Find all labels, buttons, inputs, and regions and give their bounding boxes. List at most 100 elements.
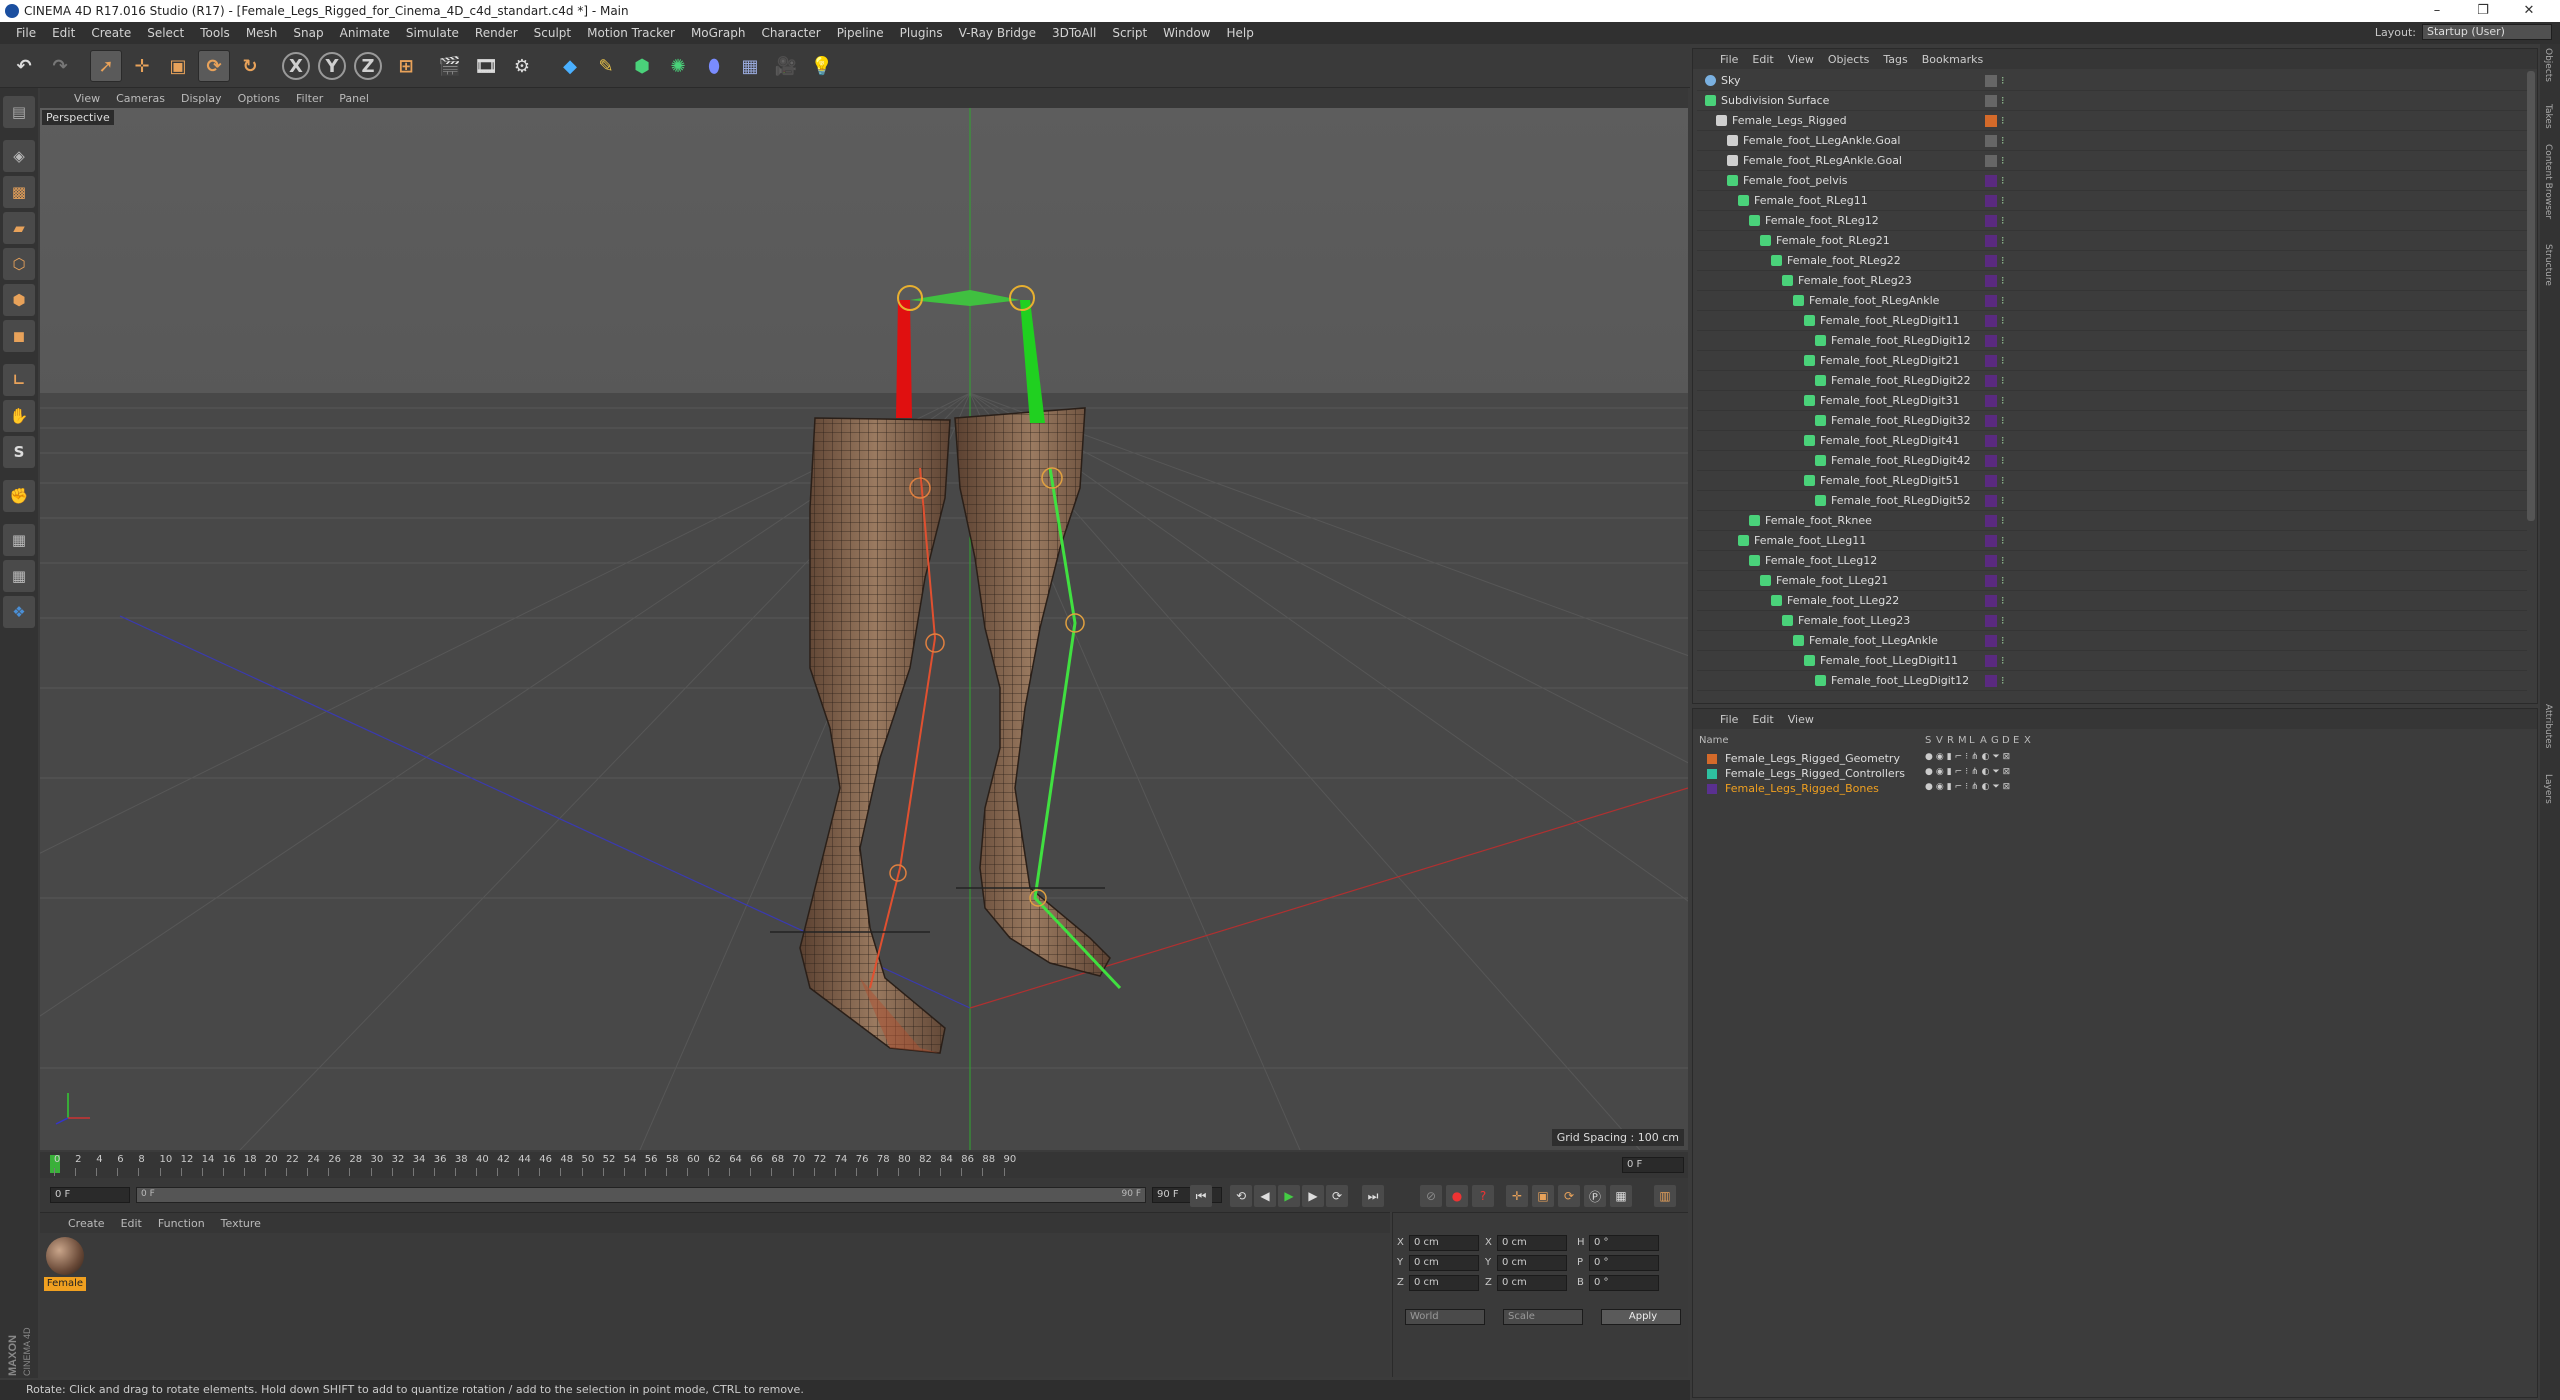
range-slider[interactable]: 0 F 90 F — [136, 1187, 1146, 1203]
object-menu-tags[interactable]: Tags — [1876, 53, 1914, 66]
viewport-menu-options[interactable]: Options — [230, 92, 288, 105]
object-row[interactable]: Female_foot_RLegDigit11 ⁝ — [1697, 311, 2527, 331]
cube-primitive-icon[interactable]: ◆ — [554, 50, 586, 82]
visibility-dots[interactable]: ⁝ — [2001, 154, 2005, 168]
play-icon[interactable]: ▶ — [1278, 1185, 1300, 1207]
menu-simulate[interactable]: Simulate — [398, 26, 467, 40]
visibility-dots[interactable]: ⁝ — [2001, 674, 2005, 688]
undo-icon[interactable]: ↶ — [8, 50, 40, 82]
x-axis-lock-button[interactable]: X — [282, 52, 310, 80]
layer-color-tag[interactable] — [1985, 175, 1997, 187]
menu-sculpt[interactable]: Sculpt — [526, 26, 579, 40]
layer-color-tag[interactable] — [1985, 75, 1997, 87]
menu-plugins[interactable]: Plugins — [892, 26, 951, 40]
layer-column-header[interactable]: X — [2024, 735, 2031, 746]
menu-motion-tracker[interactable]: Motion Tracker — [579, 26, 683, 40]
current-frame-field[interactable]: 0 F — [1622, 1157, 1684, 1173]
layer-color-tag[interactable] — [1985, 235, 1997, 247]
layer-color-tag[interactable] — [1985, 95, 1997, 107]
previous-key-icon[interactable]: ⟲ — [1230, 1185, 1252, 1207]
visibility-dots[interactable]: ⁝ — [2001, 134, 2005, 148]
object-row[interactable]: Female_foot_RLegDigit32 ⁝ — [1697, 411, 2527, 431]
snap-icon[interactable]: S — [3, 436, 35, 468]
layer-color-tag[interactable] — [1985, 435, 1997, 447]
object-row[interactable]: Female_foot_RLegDigit41 ⁝ — [1697, 431, 2527, 451]
menu-character[interactable]: Character — [753, 26, 828, 40]
visibility-dots[interactable]: ⁝ — [2001, 414, 2005, 428]
render-settings-icon[interactable]: ⚙ — [506, 50, 538, 82]
layer-menu-file[interactable]: File — [1713, 713, 1745, 726]
layer-color-tag[interactable] — [1985, 255, 1997, 267]
layer-color-tag[interactable] — [1985, 295, 1997, 307]
menu-tools[interactable]: Tools — [192, 26, 238, 40]
object-row[interactable]: Female_foot_RLeg23 ⁝ — [1697, 271, 2527, 291]
visibility-dots[interactable]: ⁝ — [2001, 234, 2005, 248]
layout-dropdown[interactable]: Startup (User) — [2422, 24, 2552, 40]
object-row[interactable]: Female_foot_LLeg23 ⁝ — [1697, 611, 2527, 631]
menu-edit[interactable]: Edit — [44, 26, 83, 40]
layer-toggle-icons[interactable]: ●◉▮⌐⁝⋔◐⏷⊠ — [1925, 752, 2013, 762]
viewport-menu-view[interactable]: View — [66, 92, 108, 105]
recent-tool-icon[interactable]: ↻ — [234, 50, 266, 82]
layer-column-header[interactable]: D — [2002, 735, 2010, 746]
layer-color-tag[interactable] — [1985, 195, 1997, 207]
visibility-dots[interactable]: ⁝ — [2001, 654, 2005, 668]
layer-color-tag[interactable] — [1985, 155, 1997, 167]
object-row[interactable]: Female_foot_RLegAnkle.Goal ⁝ — [1697, 151, 2527, 171]
layer-row[interactable]: Female_Legs_Rigged_Bones ●◉▮⌐⁝⋔◐⏷⊠ — [1693, 781, 2533, 796]
make-editable-icon[interactable]: ▤ — [3, 96, 35, 128]
layer-column-header[interactable]: M — [1958, 735, 1967, 746]
workplane-mode-icon[interactable]: ▰ — [3, 212, 35, 244]
rotate-tool-icon[interactable]: ⟳ — [198, 50, 230, 82]
visibility-dots[interactable]: ⁝ — [2001, 494, 2005, 508]
material-menu-create[interactable]: Create — [60, 1217, 113, 1230]
next-frame-icon[interactable]: ▶ — [1302, 1185, 1324, 1207]
visibility-dots[interactable]: ⁝ — [2001, 634, 2005, 648]
side-tab-objects[interactable]: Objects — [2543, 48, 2553, 82]
layer-color-tag[interactable] — [1985, 135, 1997, 147]
menu-v-ray-bridge[interactable]: V-Ray Bridge — [951, 26, 1044, 40]
axis-mode-icon[interactable]: ∟ — [3, 364, 35, 396]
coord-value-field[interactable]: 0 cm — [1409, 1255, 1479, 1271]
layer-menu-edit[interactable]: Edit — [1745, 713, 1780, 726]
model-mode-icon[interactable]: ◈ — [3, 140, 35, 172]
object-row[interactable]: Female_foot_RLegDigit22 ⁝ — [1697, 371, 2527, 391]
layer-color-tag[interactable] — [1985, 415, 1997, 427]
object-row[interactable]: Female_foot_RLegDigit31 ⁝ — [1697, 391, 2527, 411]
layer-color-tag[interactable] — [1985, 375, 1997, 387]
viewport-menu-panel[interactable]: Panel — [331, 92, 377, 105]
coord-value-field[interactable]: 0 cm — [1409, 1235, 1479, 1251]
layer-column-header[interactable]: Name — [1699, 735, 1729, 746]
coordinate-system-icon[interactable]: ⊞ — [390, 50, 422, 82]
scale-dropdown[interactable]: Scale — [1503, 1309, 1583, 1325]
object-row[interactable]: Female_foot_Rknee ⁝ — [1697, 511, 2527, 531]
visibility-dots[interactable]: ⁝ — [2001, 94, 2005, 108]
record-active-objects-icon[interactable]: ● — [1446, 1185, 1468, 1207]
layer-row[interactable]: Female_Legs_Rigged_Controllers ●◉▮⌐⁝⋔◐⏷⊠ — [1693, 766, 2533, 781]
close-button[interactable]: ✕ — [2506, 0, 2552, 22]
layer-column-header[interactable]: V — [1936, 735, 1943, 746]
texture-mode-icon[interactable]: ▩ — [3, 176, 35, 208]
layer-color-tag[interactable] — [1985, 595, 1997, 607]
visibility-dots[interactable]: ⁝ — [2001, 434, 2005, 448]
layer-menu-view[interactable]: View — [1781, 713, 1821, 726]
material-female[interactable]: Female — [44, 1237, 86, 1295]
planar-workplane-icon[interactable]: ▦ — [3, 560, 35, 592]
layer-color-tag[interactable] — [1985, 615, 1997, 627]
object-row[interactable]: Female_foot_RLegDigit21 ⁝ — [1697, 351, 2527, 371]
apply-button[interactable]: Apply — [1601, 1309, 1681, 1325]
layer-column-header[interactable]: E — [2013, 735, 2019, 746]
layer-column-header[interactable]: R — [1947, 735, 1954, 746]
layer-color-tag[interactable] — [1985, 315, 1997, 327]
menu-pipeline[interactable]: Pipeline — [829, 26, 892, 40]
key-rotation-icon[interactable]: ⟳ — [1558, 1185, 1580, 1207]
layer-toggle-icons[interactable]: ●◉▮⌐⁝⋔◐⏷⊠ — [1925, 767, 2013, 777]
visibility-dots[interactable]: ⁝ — [2001, 174, 2005, 188]
object-row[interactable]: Female_foot_LLegDigit12 ⁝ — [1697, 671, 2527, 691]
coord-value-field[interactable]: 0 cm — [1409, 1275, 1479, 1291]
layer-color-swatch[interactable] — [1707, 784, 1717, 794]
side-tab-attributes[interactable]: Attributes — [2543, 704, 2553, 748]
key-pla-icon[interactable]: ▦ — [1610, 1185, 1632, 1207]
z-axis-lock-button[interactable]: Z — [354, 52, 382, 80]
menu-render[interactable]: Render — [467, 26, 526, 40]
